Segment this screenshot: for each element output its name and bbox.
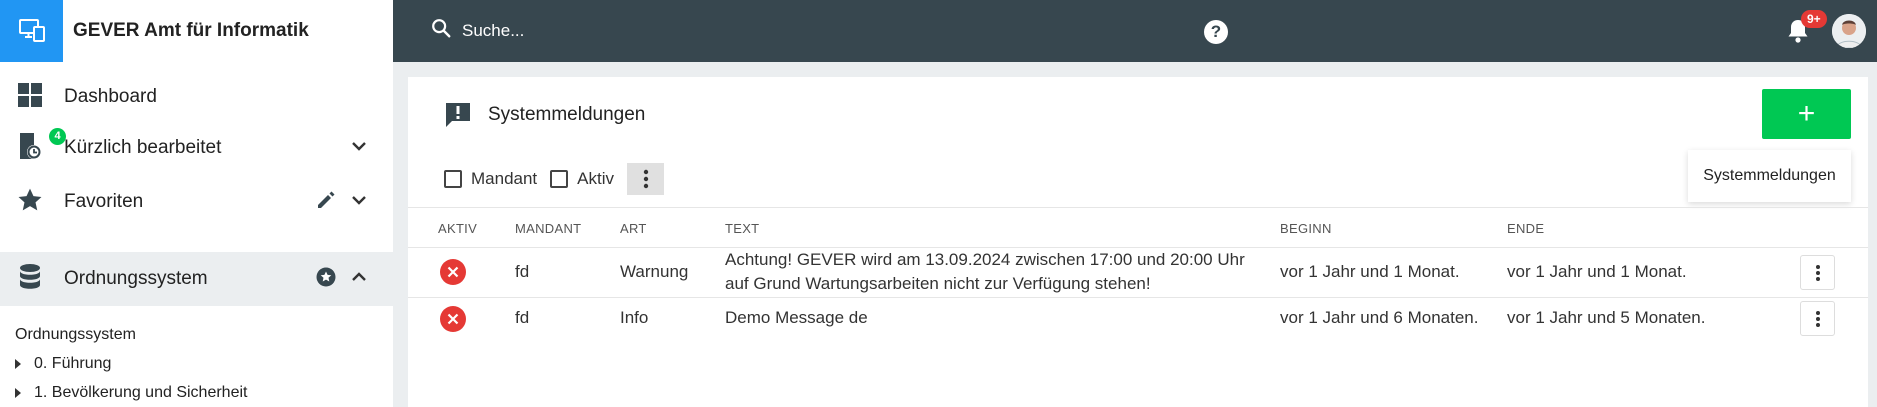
expand-triangle-icon[interactable] (15, 388, 21, 398)
messages-table: AKTIV MANDANT ART TEXT BEGINN ENDE fd Wa… (408, 207, 1868, 340)
announcement-icon (444, 101, 472, 134)
aktiv-filter-label: Aktiv (577, 169, 615, 188)
mandant-checkbox[interactable] (444, 170, 462, 188)
sidebar-item-recent[interactable]: 4 Kürzlich bearbeitet (0, 127, 393, 166)
more-options-icon[interactable] (627, 163, 665, 195)
cell-mandant: fd (515, 262, 530, 281)
cell-text-line1: Achtung! GEVER wird am 13.09.2024 zwisch… (725, 250, 1245, 269)
pencil-icon[interactable] (316, 190, 336, 215)
sidebar-item-label: Ordnungssystem (64, 268, 208, 289)
table-row[interactable]: fd Info Demo Message de vor 1 Jahr und 6… (408, 298, 1868, 340)
search-icon (430, 17, 452, 44)
app-logo-icon (0, 0, 63, 62)
expand-triangle-icon[interactable] (15, 359, 21, 369)
sidebar-item-label: Dashboard (64, 86, 157, 107)
table-header: AKTIV MANDANT ART TEXT BEGINN ENDE (408, 207, 1868, 248)
row-more-icon[interactable] (1800, 301, 1835, 336)
add-button[interactable]: + (1762, 89, 1851, 139)
tree-item-label: 0. Führung (34, 355, 112, 372)
column-header-mandant[interactable]: MANDANT (515, 221, 581, 236)
chevron-down-icon[interactable] (351, 193, 367, 211)
cell-beginn: vor 1 Jahr und 6 Monaten. (1280, 308, 1479, 327)
tree-item-label: 1. Bevölkerung und Sicherheit (34, 384, 248, 401)
avatar[interactable] (1832, 14, 1866, 48)
sidebar-item-favorites[interactable]: Favoriten (0, 184, 393, 220)
chevron-up-icon[interactable] (351, 270, 367, 288)
tree-item[interactable]: 0. Führung (15, 355, 111, 373)
sidebar-item-label: Favoriten (64, 191, 144, 212)
cell-text-line2: auf Grund Wartungsarbeiten nicht zur Ver… (725, 274, 1151, 293)
column-header-art[interactable]: ART (620, 221, 647, 236)
search-input[interactable]: Suche... (462, 21, 524, 41)
cell-art: Info (620, 308, 649, 327)
sidebar-item-label: Kürzlich bearbeitet (64, 137, 222, 158)
mandant-filter-label: Mandant (471, 169, 538, 188)
column-header-text[interactable]: TEXT (725, 221, 759, 236)
tree-title: Ordnungssystem (15, 326, 136, 343)
search-bar[interactable]: Suche... (430, 17, 524, 44)
page-title: Systemmeldungen (488, 104, 646, 125)
recent-docs-icon: 4 (17, 127, 66, 165)
top-bar: GEVER Amt für Informatik Suche... ? 9+ (0, 0, 1877, 62)
app-title: GEVER Amt für Informatik (73, 20, 309, 41)
column-header-beginn[interactable]: BEGINN (1280, 221, 1332, 236)
sidebar-item-dashboard[interactable]: Dashboard (0, 79, 393, 115)
inactive-status-icon (440, 259, 466, 285)
cell-beginn: vor 1 Jahr und 1 Monat. (1280, 262, 1460, 281)
cell-text-line1: Demo Message de (725, 308, 868, 327)
cell-mandant: fd (515, 308, 530, 327)
database-icon (17, 263, 43, 296)
tree-item[interactable]: 1. Bevölkerung und Sicherheit (15, 384, 247, 402)
sidebar-item-ordnungssystem[interactable]: Ordnungssystem (0, 252, 393, 306)
notification-badge: 9+ (1801, 10, 1827, 28)
filter-bar: Mandant Aktiv (444, 163, 665, 195)
favorite-star-icon[interactable] (316, 267, 336, 292)
brand[interactable]: GEVER Amt für Informatik (0, 0, 393, 62)
inactive-status-icon (440, 306, 466, 332)
cell-ende: vor 1 Jahr und 1 Monat. (1507, 262, 1687, 281)
column-header-ende[interactable]: ENDE (1507, 221, 1544, 236)
sidebar: Dashboard 4 Kürzlich bearbeitet Favorite… (0, 62, 393, 407)
help-icon[interactable]: ? (1204, 20, 1228, 44)
system-messages-card: Systemmeldungen + Systemmeldungen Mandan… (408, 77, 1868, 407)
cell-ende: vor 1 Jahr und 5 Monaten. (1507, 308, 1706, 327)
star-icon (17, 187, 43, 218)
column-header-aktiv[interactable]: AKTIV (438, 221, 477, 236)
aktiv-checkbox[interactable] (550, 170, 569, 188)
row-more-icon[interactable] (1800, 255, 1835, 290)
dashboard-icon (17, 82, 43, 113)
cell-art: Warnung (620, 262, 689, 281)
chevron-down-icon[interactable] (351, 139, 367, 157)
add-button-tooltip: Systemmeldungen (1688, 150, 1851, 202)
table-row[interactable]: fd Warnung Achtung! GEVER wird am 13.09.… (408, 248, 1868, 298)
